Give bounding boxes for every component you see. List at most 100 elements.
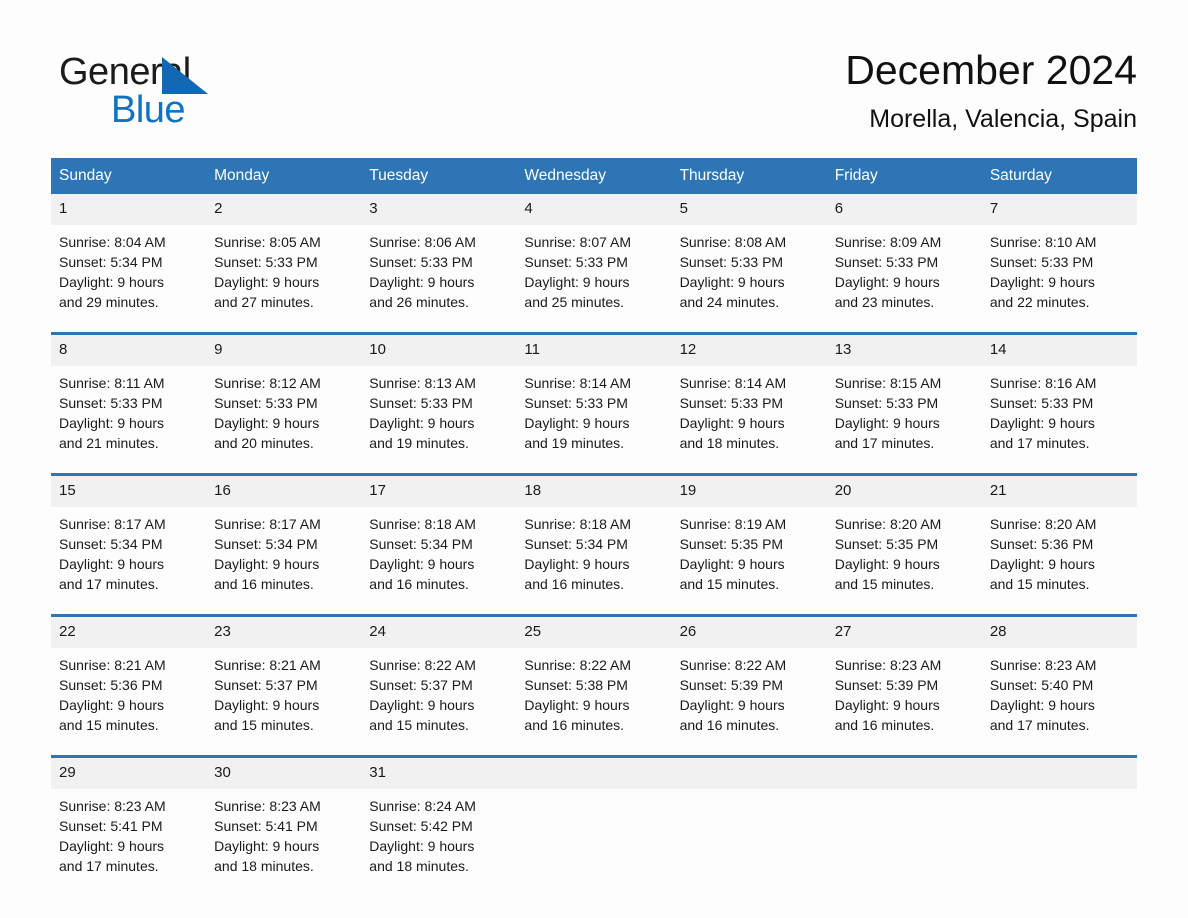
sunrise-text: Sunrise: 8:21 AM — [214, 657, 321, 673]
weekday-header-saturday: Saturday — [989, 167, 1052, 184]
day-cell: Sunrise: 8:09 AM Sunset: 5:33 PM Dayligh… — [827, 225, 982, 320]
sunset-text: Sunset: 5:42 PM — [369, 818, 473, 834]
day-cell-empty — [982, 789, 1137, 884]
sunset-text: Sunset: 5:34 PM — [369, 536, 473, 552]
daylight-text-line2: and 18 minutes. — [679, 435, 780, 451]
day-cell-empty — [672, 789, 827, 884]
day-cell: Sunrise: 8:20 AM Sunset: 5:36 PM Dayligh… — [982, 507, 1137, 602]
weekday-header-sunday: Sunday — [59, 167, 112, 184]
day-number: 14 — [989, 341, 1007, 358]
daylight-text-line2: and 22 minutes. — [989, 294, 1090, 310]
day-cell: Sunrise: 8:17 AM Sunset: 5:34 PM Dayligh… — [206, 507, 361, 602]
daylight-text-line1: Daylight: 9 hours — [524, 415, 630, 431]
daylight-text-line1: Daylight: 9 hours — [214, 274, 320, 290]
sunset-text: Sunset: 5:33 PM — [989, 254, 1094, 270]
sunrise-text: Sunrise: 8:18 AM — [524, 516, 632, 532]
daylight-text-line2: and 15 minutes. — [834, 576, 935, 592]
sunset-text: Sunset: 5:36 PM — [59, 677, 163, 693]
day-number-empty — [827, 758, 982, 789]
day-number-empty — [516, 758, 671, 789]
daylight-text-line2: and 18 minutes. — [214, 858, 314, 874]
day-number: 15 — [59, 482, 76, 499]
daylight-text-line1: Daylight: 9 hours — [989, 697, 1095, 713]
day-number: 26 — [679, 623, 697, 640]
sunset-text: Sunset: 5:33 PM — [524, 254, 628, 270]
sunrise-text: Sunrise: 8:17 AM — [214, 516, 321, 532]
daylight-text-line1: Daylight: 9 hours — [214, 415, 320, 431]
daylight-text-line1: Daylight: 9 hours — [524, 556, 630, 572]
daylight-text-line2: and 16 minutes. — [834, 717, 935, 733]
sunrise-text: Sunrise: 8:23 AM — [834, 657, 942, 673]
day-number: 25 — [524, 623, 542, 640]
week-detail-band: Sunrise: 8:17 AM Sunset: 5:34 PM Dayligh… — [51, 507, 1137, 602]
day-cell: Sunrise: 8:06 AM Sunset: 5:33 PM Dayligh… — [361, 225, 516, 320]
day-number-empty — [672, 758, 827, 789]
day-cell-empty — [827, 789, 982, 884]
daylight-text-line1: Daylight: 9 hours — [834, 556, 940, 572]
day-number: 31 — [369, 764, 386, 781]
week-daynumber-band: 8 9 10 11 12 13 14 — [51, 335, 1137, 366]
daylight-text-line1: Daylight: 9 hours — [59, 415, 165, 431]
daylight-text-line1: Daylight: 9 hours — [989, 415, 1095, 431]
day-cell: Sunrise: 8:10 AM Sunset: 5:33 PM Dayligh… — [982, 225, 1137, 320]
daylight-text-line1: Daylight: 9 hours — [679, 556, 785, 572]
daylight-text-line1: Daylight: 9 hours — [834, 697, 940, 713]
day-cell: Sunrise: 8:13 AM Sunset: 5:33 PM Dayligh… — [361, 366, 516, 461]
day-number: 1 — [59, 200, 68, 217]
daylight-text-line2: and 16 minutes. — [214, 576, 314, 592]
day-number: 21 — [989, 482, 1007, 499]
daylight-text-line2: and 15 minutes. — [214, 717, 314, 733]
day-cell: Sunrise: 8:14 AM Sunset: 5:33 PM Dayligh… — [672, 366, 827, 461]
week-detail-band: Sunrise: 8:04 AM Sunset: 5:34 PM Dayligh… — [51, 225, 1137, 320]
sunrise-text: Sunrise: 8:11 AM — [59, 375, 165, 391]
sunrise-text: Sunrise: 8:15 AM — [834, 375, 942, 391]
sunset-text: Sunset: 5:33 PM — [679, 254, 784, 270]
day-number: 2 — [214, 200, 223, 217]
day-cell: Sunrise: 8:19 AM Sunset: 5:35 PM Dayligh… — [672, 507, 827, 602]
daylight-text-line2: and 17 minutes. — [989, 717, 1090, 733]
day-number: 8 — [59, 341, 68, 358]
day-number: 28 — [989, 623, 1007, 640]
day-cell: Sunrise: 8:22 AM Sunset: 5:37 PM Dayligh… — [361, 648, 516, 743]
daylight-text-line2: and 21 minutes. — [59, 435, 159, 451]
week-row: 15 16 17 18 19 20 21 Sunrise: 8:17 AM Su… — [51, 473, 1137, 602]
daylight-text-line1: Daylight: 9 hours — [679, 274, 785, 290]
day-cell: Sunrise: 8:15 AM Sunset: 5:33 PM Dayligh… — [827, 366, 982, 461]
sunset-text: Sunset: 5:34 PM — [59, 536, 163, 552]
day-number: 11 — [524, 341, 540, 358]
day-number: 22 — [59, 623, 76, 640]
daylight-text-line2: and 16 minutes. — [679, 717, 780, 733]
week-row: 22 23 24 25 26 27 28 Sunrise: 8:21 AM Su… — [51, 614, 1137, 743]
day-number: 16 — [214, 482, 231, 499]
day-cell: Sunrise: 8:08 AM Sunset: 5:33 PM Dayligh… — [672, 225, 827, 320]
day-cell: Sunrise: 8:24 AM Sunset: 5:42 PM Dayligh… — [361, 789, 516, 884]
sunrise-text: Sunrise: 8:13 AM — [369, 375, 476, 391]
day-cell: Sunrise: 8:14 AM Sunset: 5:33 PM Dayligh… — [516, 366, 671, 461]
day-cell: Sunrise: 8:05 AM Sunset: 5:33 PM Dayligh… — [206, 225, 361, 320]
week-daynumber-band: 1 2 3 4 5 6 7 — [51, 194, 1137, 225]
day-number: 27 — [834, 623, 852, 640]
sunset-text: Sunset: 5:39 PM — [679, 677, 784, 693]
daylight-text-line2: and 16 minutes. — [524, 717, 625, 733]
daylight-text-line1: Daylight: 9 hours — [59, 556, 165, 572]
day-number: 5 — [679, 200, 688, 217]
daylight-text-line1: Daylight: 9 hours — [989, 556, 1095, 572]
sunset-text: Sunset: 5:41 PM — [59, 818, 163, 834]
location-subtitle: Morella, Valencia, Spain — [869, 105, 1137, 133]
day-cell: Sunrise: 8:21 AM Sunset: 5:36 PM Dayligh… — [51, 648, 206, 743]
logo-text-blue: Blue — [111, 89, 186, 131]
day-number: 23 — [214, 623, 231, 640]
weekday-header-tuesday: Tuesday — [369, 167, 429, 184]
daylight-text-line1: Daylight: 9 hours — [989, 274, 1095, 290]
week-daynumber-band: 22 23 24 25 26 27 28 — [51, 617, 1137, 648]
sunset-text: Sunset: 5:33 PM — [369, 254, 473, 270]
sunrise-text: Sunrise: 8:22 AM — [369, 657, 476, 673]
weekday-header-wednesday: Wednesday — [524, 167, 606, 184]
daylight-text-line2: and 20 minutes. — [214, 435, 314, 451]
daylight-text-line2: and 16 minutes. — [524, 576, 625, 592]
daylight-text-line2: and 29 minutes. — [59, 294, 159, 310]
daylight-text-line1: Daylight: 9 hours — [214, 556, 320, 572]
day-number: 13 — [834, 341, 852, 358]
sunrise-text: Sunrise: 8:14 AM — [679, 375, 787, 391]
day-cell: Sunrise: 8:18 AM Sunset: 5:34 PM Dayligh… — [361, 507, 516, 602]
